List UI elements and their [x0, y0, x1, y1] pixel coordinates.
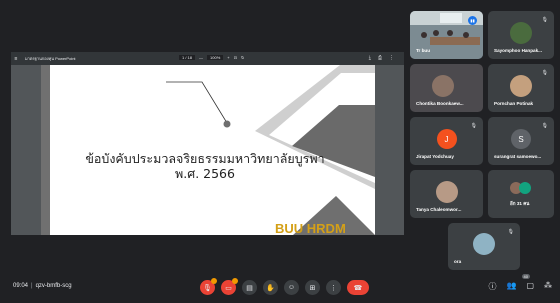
people-icon[interactable]: 👥 [506, 281, 516, 292]
participant-tile[interactable]: ▮▮ Tr buu [410, 11, 483, 59]
participant-photo [473, 233, 495, 256]
pdf-body: ข้อบังคับประมวลจริยธรรมมหาวิทยาลัยบูรพา … [11, 65, 404, 235]
participant-name: Pornchan Potinak [494, 101, 534, 106]
participant-name: Jirapat Yodchuay [416, 154, 454, 159]
speaking-indicator-icon: ▮▮ [468, 16, 477, 25]
participant-name: Tr buu [416, 48, 431, 53]
zoom-in-icon[interactable]: + [227, 55, 229, 60]
presentation-area: ≡ มาตรฐานกองทุน PowerPoint 1 / 18 — 100%… [11, 52, 404, 235]
end-call-icon[interactable]: ☎ [347, 280, 369, 295]
page-indicator[interactable]: 1 / 18 [179, 55, 196, 60]
emoji-icon[interactable]: ☺ [284, 280, 299, 295]
participant-photo [510, 74, 532, 97]
side-controls: ⓘ 👥 ▢ ⁂ [488, 281, 552, 292]
more-icon[interactable]: ⋮ [389, 55, 394, 61]
zoom-level[interactable]: 100% [207, 55, 224, 60]
meeting-info: 09:04 | qzv-bmfb-scg [13, 283, 72, 289]
slide-logo: BUU HRDM [275, 221, 346, 235]
participant-name: Chontika Boonkaew... [416, 101, 464, 106]
rotate-icon[interactable]: ↻ [241, 55, 244, 60]
participant-name: Sayomphoo Hanpak... [494, 48, 542, 53]
pdf-file-name: มาตรฐานกองทุน PowerPoint [25, 56, 76, 61]
more-participants-label: อีก 31 คน [510, 201, 530, 206]
slide-title: ข้อบังคับประมวลจริยธรรมมหาวิทยาลัยบูรพา … [55, 151, 355, 181]
mic-off-icon: 🎙 [541, 17, 548, 23]
fit-page-icon[interactable]: ⊡ [234, 55, 237, 60]
more-options-icon[interactable]: ⋮ [326, 280, 341, 295]
slide-title-line1: ข้อบังคับประมวลจริยธรรมมหาวิทยาลัยบูรพา [85, 151, 325, 166]
zoom-out-icon[interactable]: — [199, 55, 203, 60]
participant-tile[interactable]: Chontika Boonkaew... [410, 64, 483, 112]
participant-photo [510, 21, 532, 44]
pdf-toolbar: ≡ มาตรฐานกองทุน PowerPoint 1 / 18 — 100%… [11, 52, 404, 65]
raise-hand-icon[interactable]: ✋ [263, 280, 278, 295]
menu-icon[interactable]: ≡ [11, 56, 21, 62]
chat-icon[interactable]: ▢ [526, 281, 534, 292]
slide-title-line2: พ.ศ. 2566 [175, 166, 235, 181]
call-controls: 🎙 ▭ ▤ ✋ ☺ ⊞ ⋮ ☎ [200, 278, 369, 295]
meeting-code[interactable]: qzv-bmfb-scg [36, 283, 72, 289]
participant-name: Tanya Chaleomwor... [416, 207, 462, 212]
bottom-bar: 09:04 | qzv-bmfb-scg 🎙 ▭ ▤ ✋ ☺ ⊞ ⋮ ☎ 40 ⓘ … [0, 272, 560, 303]
activities-icon[interactable]: ⁂ [544, 281, 552, 292]
mic-off-icon[interactable]: 🎙 [200, 278, 217, 295]
slide-decoration [166, 65, 375, 235]
participant-tile[interactable]: 🎙 Pornchan Potinak [488, 64, 554, 112]
participant-tile[interactable]: 🎙 Sayomphoo Hanpak... [488, 11, 554, 59]
participant-tile[interactable]: J 🎙 Jirapat Yodchuay [410, 117, 483, 165]
separator: | [31, 283, 33, 289]
slide: ข้อบังคับประมวลจริยธรรมมหาวิทยาลัยบูรพา … [41, 65, 375, 235]
mic-off-icon: 🎙 [541, 123, 548, 129]
more-participants-tile[interactable]: อีก 31 คน [488, 170, 554, 218]
camera-off-icon[interactable]: ▭ [221, 278, 238, 295]
captions-icon[interactable]: ▤ [242, 280, 257, 295]
participant-photo [519, 182, 531, 194]
participant-name: ora [454, 259, 462, 264]
participant-tile[interactable]: 🎙 ora [448, 223, 520, 270]
print-icon[interactable]: ⎙ [378, 55, 382, 61]
mic-off-icon: 🎙 [507, 229, 514, 235]
participant-count-badge: 40 [521, 274, 530, 279]
participant-avatar: J [436, 129, 457, 150]
participant-avatar: S [511, 129, 531, 150]
download-icon[interactable]: ⤓ [369, 55, 371, 61]
participant-tile[interactable]: S 🎙 surangrat samoewo... [488, 117, 554, 165]
participant-name: surangrat samoewo... [494, 154, 542, 159]
participant-photo [431, 74, 454, 97]
participant-photo [435, 180, 458, 203]
present-screen-icon[interactable]: ⊞ [305, 280, 320, 295]
participant-tile[interactable]: Tanya Chaleomwor... [410, 170, 483, 218]
meeting-time: 09:04 [13, 283, 29, 289]
info-icon[interactable]: ⓘ [488, 281, 496, 292]
mic-off-icon: 🎙 [470, 123, 477, 129]
mic-off-icon: 🎙 [541, 70, 548, 76]
